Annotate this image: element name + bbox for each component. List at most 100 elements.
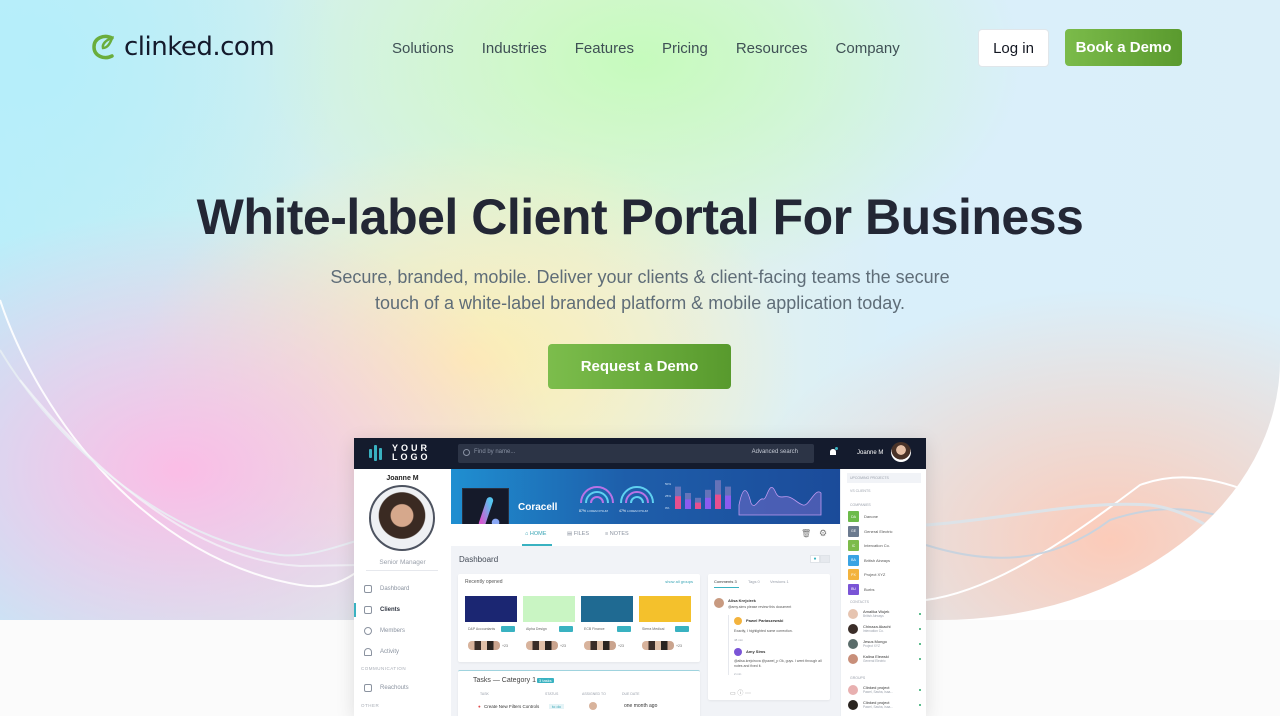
sidebar-item-clients[interactable]: Clients (354, 603, 451, 617)
company-badge: DA (848, 511, 859, 522)
advanced-search-link[interactable]: Advanced search (752, 449, 798, 455)
stat-2-value: 47% (619, 509, 626, 513)
company-banner: 87% LOREM IPSUM 47% LOREM IPSUM 50% 25% … (451, 469, 840, 524)
brand-logo[interactable]: clinked.com (90, 32, 275, 62)
contact-item[interactable]: Kalina Elewski General Electric (848, 653, 923, 665)
group-thumb-2[interactable] (523, 596, 575, 622)
sidebar-item-activity[interactable]: Activity (354, 645, 451, 659)
task-name: Create New Filters Controls (484, 704, 540, 709)
tab-notes[interactable]: ≡ NOTES (605, 531, 629, 537)
companies-header: COMPANIES (850, 503, 871, 507)
col-due-date[interactable]: DUE DATE (622, 692, 639, 696)
group-item[interactable]: Clinked project Pawel, Sasha, Isaa... (848, 684, 923, 696)
group-thumb-3[interactable] (581, 596, 633, 622)
top-nav: clinked.com Solutions Industries Feature… (0, 0, 1280, 96)
nav-industries[interactable]: Industries (482, 40, 547, 57)
assignee-avatar (589, 702, 597, 710)
gear-icon[interactable]: ⚙ (819, 528, 827, 539)
group-item[interactable]: Clinked project Pawel, Sasha, Isaa... (848, 699, 923, 711)
vs-clients-header[interactable]: VS CLIENTS (847, 486, 921, 496)
contact-item[interactable]: Amalika Wujek British Airways (848, 608, 923, 620)
profile-name: Joanne M (386, 475, 419, 482)
stat-2-label: LOREM IPSUM (627, 509, 649, 513)
tasks-title: Tasks — Category 1 (473, 677, 537, 684)
toggle-view-alt-button[interactable] (820, 555, 830, 563)
request-demo-button[interactable]: Request a Demo (548, 344, 731, 389)
tab-versions[interactable]: Versions 1 (770, 579, 789, 584)
member-avatars (584, 641, 616, 650)
reply-avatar (734, 617, 742, 625)
section-communication: COMMUNICATION (361, 666, 407, 671)
app-search-input[interactable]: Find by name... Advanced search (458, 444, 814, 463)
login-button[interactable]: Log in (978, 29, 1049, 67)
company-name: Project XYZ (864, 572, 886, 577)
tab-home[interactable]: ⌂ HOME (525, 531, 546, 537)
sidebar-item-dashboard[interactable]: Dashboard (354, 582, 451, 596)
reply-author: Pawel Pariaszewski (746, 618, 784, 623)
topbar-user-name[interactable]: Joanne M (857, 450, 883, 456)
contact-company: British Airways (863, 614, 884, 618)
delete-icon[interactable]: 🗑 (801, 529, 811, 538)
upcoming-projects-header[interactable]: UPCOMING PROJECTS (847, 473, 921, 483)
tasks-count-badge: 3 tasks (537, 678, 554, 683)
show-all-groups-link[interactable]: show all groups (665, 579, 693, 584)
contact-item[interactable]: Chinaza Akachi Intercation Co. (848, 623, 923, 635)
comments-card: Comments 3 Tags 0 Versions 1 Alisa Krejc… (708, 574, 830, 700)
sidebar-item-reachouts[interactable]: Reachouts (354, 681, 451, 695)
private-tag (559, 626, 573, 632)
app-screenshot: YOUR LOGO Find by name... Advanced searc… (354, 438, 926, 716)
sidebar-item-label: Reachouts (380, 685, 409, 691)
nav-company[interactable]: Company (836, 40, 900, 57)
sidebar-item-label: Members (380, 628, 406, 634)
sidebar-item-members[interactable]: Members (354, 624, 451, 638)
tab-files-label: FILES (573, 531, 590, 537)
company-item[interactable]: IC Intercation Co. (848, 540, 923, 551)
private-tag (501, 626, 515, 632)
nav-features[interactable]: Features (575, 40, 634, 57)
company-tabs: ⌂ HOME ▤ FILES ≡ NOTES 🗑 ⚙ (451, 524, 840, 546)
group-thumb-1[interactable] (465, 596, 517, 622)
col-task: TASK (480, 692, 489, 696)
clinked-leaf-icon (92, 34, 114, 60)
profile-role: Senior Manager (379, 559, 426, 566)
group-name-2: Alpha Design (526, 627, 547, 631)
company-name: Burbs (864, 586, 875, 592)
group-thumb-4[interactable] (639, 596, 691, 622)
nav-solutions[interactable]: Solutions (392, 40, 454, 57)
online-status-icon (919, 689, 921, 691)
tab-tags[interactable]: Tags 0 (748, 579, 760, 584)
task-status[interactable]: to do (549, 704, 564, 709)
company-name: British Airways (864, 557, 891, 563)
company-item[interactable]: DA Danone (848, 511, 923, 522)
hero-subtitle-line2: touch of a white-label branded platform … (375, 293, 905, 313)
app-left-sidebar: Joanne M Senior Manager Dashboard Client… (354, 469, 451, 716)
nav-resources[interactable]: Resources (736, 40, 808, 57)
topbar-avatar[interactable] (891, 442, 911, 462)
group-name-4: Sierra Medical (642, 627, 665, 631)
company-item[interactable]: PX Project XYZ (848, 569, 923, 580)
toggle-view-button[interactable]: ● (810, 555, 820, 563)
stat-gauge-1 (580, 486, 614, 504)
brand-name: clinked.com (124, 32, 275, 62)
stat-1-value: 87% (579, 509, 586, 513)
tab-files[interactable]: ▤ FILES (567, 531, 589, 537)
comment-icon[interactable]: ▭ ⓘ ⋯ (730, 688, 751, 697)
search-placeholder: Find by name... (474, 449, 516, 455)
company-item[interactable]: GE General Electric (848, 525, 923, 537)
member-avatars (468, 641, 500, 650)
tab-comments[interactable]: Comments 3 (714, 579, 737, 584)
stat-gauge-2 (620, 486, 654, 504)
company-item[interactable]: BA British Airways (848, 554, 923, 566)
company-item[interactable]: BU Burbs (848, 583, 923, 595)
company-name: Intercation Co. (864, 543, 891, 548)
active-tab-indicator (522, 544, 552, 546)
search-icon (463, 449, 470, 456)
dashboard-icon (364, 585, 372, 593)
nav-pricing[interactable]: Pricing (662, 40, 708, 57)
book-demo-button[interactable]: Book a Demo (1065, 29, 1182, 66)
company-name: Danone (864, 514, 879, 519)
contact-item[interactable]: Jesus Mongo Project XYZ (848, 638, 923, 650)
mini-bar (675, 496, 681, 509)
notification-bell-icon[interactable] (828, 447, 838, 458)
hero-title: White-label Client Portal For Business (196, 189, 1084, 245)
